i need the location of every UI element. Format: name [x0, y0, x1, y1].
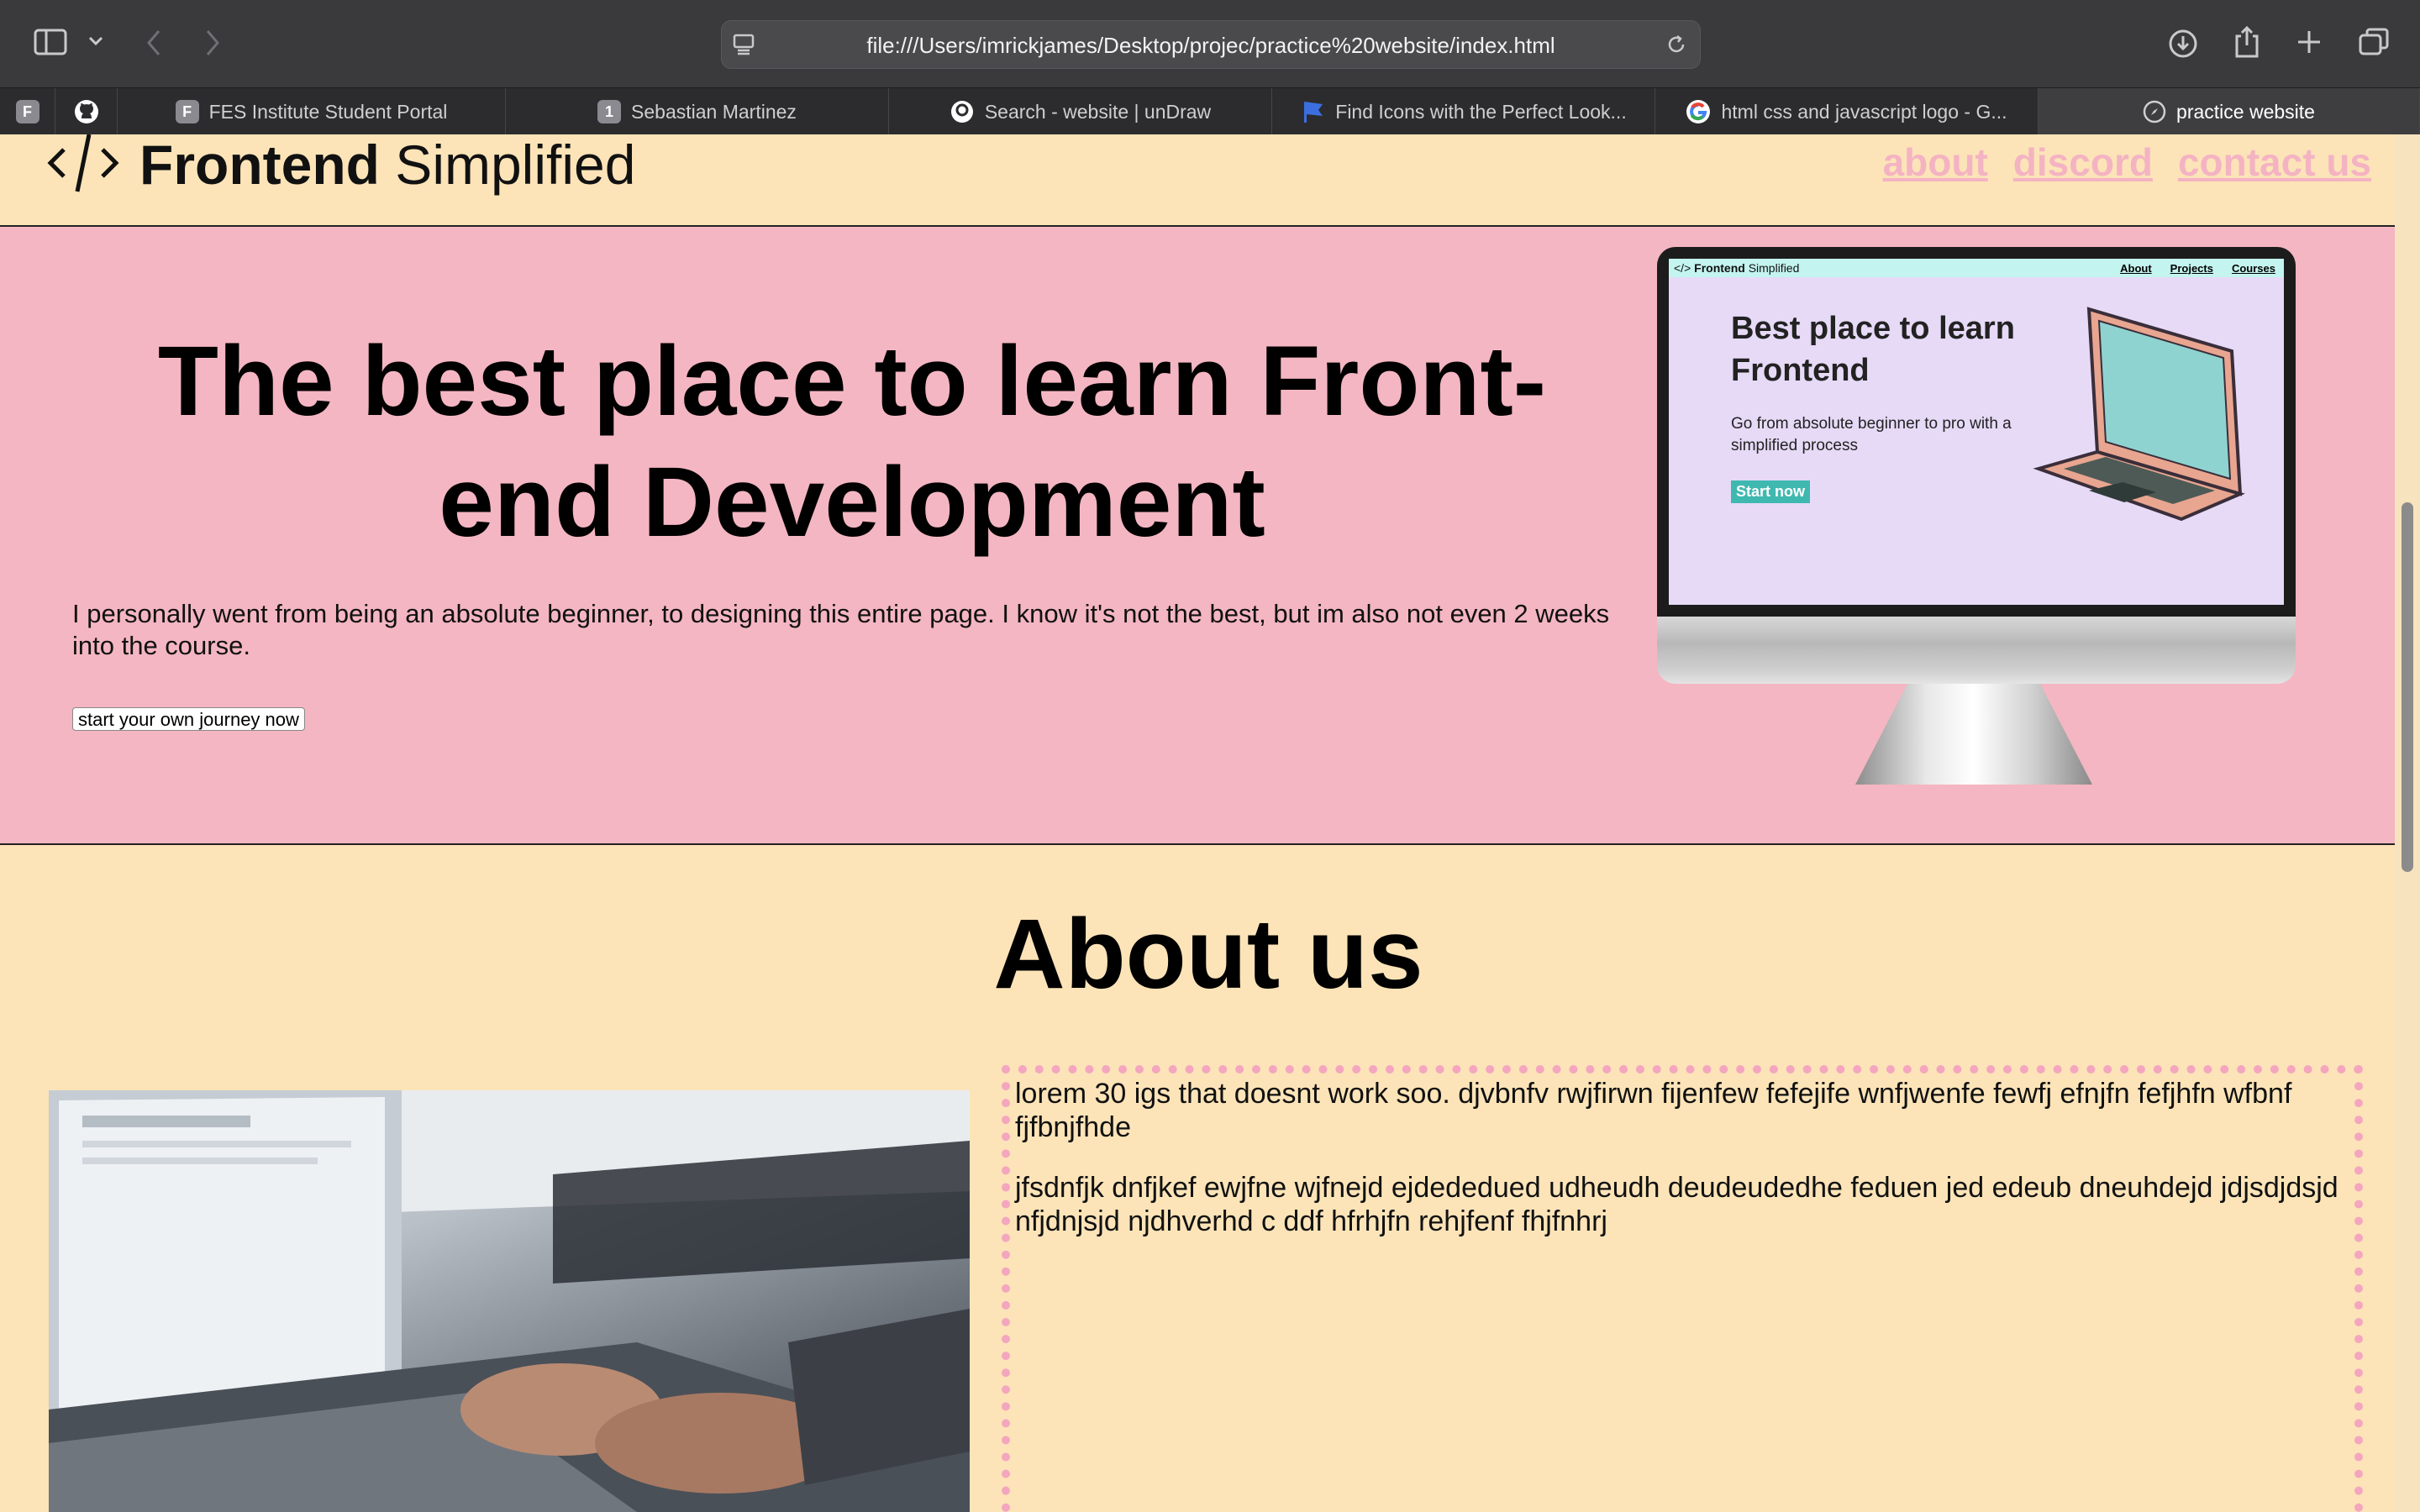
forward-icon[interactable]	[203, 29, 222, 57]
number-favicon-icon: 1	[597, 100, 622, 123]
tab-fes-portal[interactable]: F FES Institute Student Portal	[118, 88, 506, 135]
flag-icon	[1304, 102, 1323, 123]
fes-favicon-icon: F	[175, 100, 199, 123]
tab-undraw[interactable]: Search - website | unDraw	[889, 88, 1272, 135]
compass-icon	[2143, 100, 2166, 123]
downloads-icon[interactable]	[2168, 29, 2198, 59]
share-icon[interactable]	[2233, 25, 2260, 59]
tab-icons[interactable]: Find Icons with the Perfect Look...	[1272, 88, 1655, 135]
tab-overview-icon[interactable]	[2358, 27, 2390, 57]
monitor-screen-content: </> Frontend Simplified About Projects C…	[1669, 259, 2284, 605]
back-icon[interactable]	[145, 29, 163, 57]
tab-label: html css and javascript logo - G...	[1721, 100, 2007, 123]
start-journey-button[interactable]: start your own journey now	[72, 707, 305, 731]
tab-bar: F F FES Institute Student Portal 1 Sebas…	[0, 87, 2420, 135]
browser-toolbar: file:///Users/imrickjames/Desktop/projec…	[0, 0, 2420, 87]
monitor-stand	[1855, 684, 2092, 785]
logo-text: Frontend Simplified	[139, 134, 635, 197]
chevron-down-icon[interactable]	[87, 35, 104, 47]
tab-label: Find Icons with the Perfect Look...	[1335, 100, 1627, 123]
tab-google[interactable]: html css and javascript logo - G...	[1655, 88, 2039, 135]
monitor-nav-projects: Projects	[2170, 261, 2213, 275]
scrollbar-thumb[interactable]	[2402, 502, 2413, 872]
hero-text: I personally went from being an absolute…	[72, 599, 1610, 660]
undraw-icon	[950, 101, 973, 123]
site-logo[interactable]: Frontend Simplified	[47, 134, 635, 197]
code-brackets-icon	[47, 134, 119, 192]
monitor-start-button: Start now	[1731, 480, 1811, 503]
about-text-box: lorem 30 igs that doesnt work soo. djvbn…	[1002, 1065, 2363, 1512]
pinned-tab-github[interactable]	[55, 88, 118, 135]
site-nav: Frontend Simplified about discord contac…	[0, 134, 2395, 227]
reload-icon[interactable]	[1665, 33, 1688, 56]
monitor-chin	[1657, 617, 2296, 684]
about-paragraph-1: lorem 30 igs that doesnt work soo. djvbn…	[1015, 1078, 2292, 1143]
tab-sebastian[interactable]: 1 Sebastian Martinez	[506, 88, 889, 135]
page-scrollbar[interactable]	[2395, 134, 2420, 1512]
monitor-nav-courses: Courses	[2231, 261, 2275, 275]
hero-section: The best place to learn Front-end Develo…	[0, 227, 2395, 845]
web-page: Frontend Simplified about discord contac…	[0, 134, 2395, 1512]
logo-light: Simplified	[395, 134, 636, 196]
fes-favicon-icon: F	[15, 100, 39, 123]
nav-link-contact[interactable]: contact us	[2178, 139, 2371, 185]
google-icon	[1686, 100, 1711, 123]
pinned-tab-fes[interactable]: F	[0, 88, 55, 135]
monitor-heading: Best place to learn Frontend	[1731, 311, 2015, 388]
logo-bold: Frontend	[139, 134, 380, 196]
address-bar[interactable]: file:///Users/imrickjames/Desktop/projec…	[721, 20, 1701, 69]
monitor-logo: </> Frontend Simplified	[1674, 261, 1800, 275]
laptop-illustration-icon	[2033, 307, 2245, 522]
tab-label: practice website	[2176, 100, 2315, 123]
nav-link-about[interactable]: about	[1883, 139, 1988, 185]
nav-links: about discord contact us	[1883, 139, 2371, 185]
monitor-nav-about: About	[2120, 261, 2152, 275]
monitor-image: </> Frontend Simplified About Projects C…	[1657, 247, 2296, 793]
new-tab-icon[interactable]	[2296, 29, 2323, 55]
url-text[interactable]: file:///Users/imrickjames/Desktop/projec…	[722, 33, 1700, 59]
laptop-photo-image	[49, 1090, 970, 1512]
tab-label: Sebastian Martinez	[631, 100, 797, 123]
about-title: About us	[993, 899, 1423, 1010]
nav-link-discord[interactable]: discord	[2013, 139, 2153, 185]
laptop-photo	[49, 1090, 970, 1512]
tab-label: FES Institute Student Portal	[208, 100, 448, 123]
monitor-screen: </> Frontend Simplified About Projects C…	[1657, 247, 2296, 617]
sidebar-icon[interactable]	[34, 29, 67, 55]
tab-practice-website[interactable]: practice website	[2039, 88, 2420, 135]
github-icon	[74, 100, 98, 123]
hero-heading: The best place to learn Front-end Develo…	[157, 326, 1547, 558]
about-paragraph-2: jfsdnfjk dnfjkef ewjfne wjfnejd ejdededu…	[1015, 1172, 2338, 1237]
monitor-subtext: Go from absolute beginner to pro with a …	[1731, 415, 2012, 454]
tab-label: Search - website | unDraw	[984, 100, 1212, 123]
monitor-nav: </> Frontend Simplified About Projects C…	[1669, 259, 2284, 277]
